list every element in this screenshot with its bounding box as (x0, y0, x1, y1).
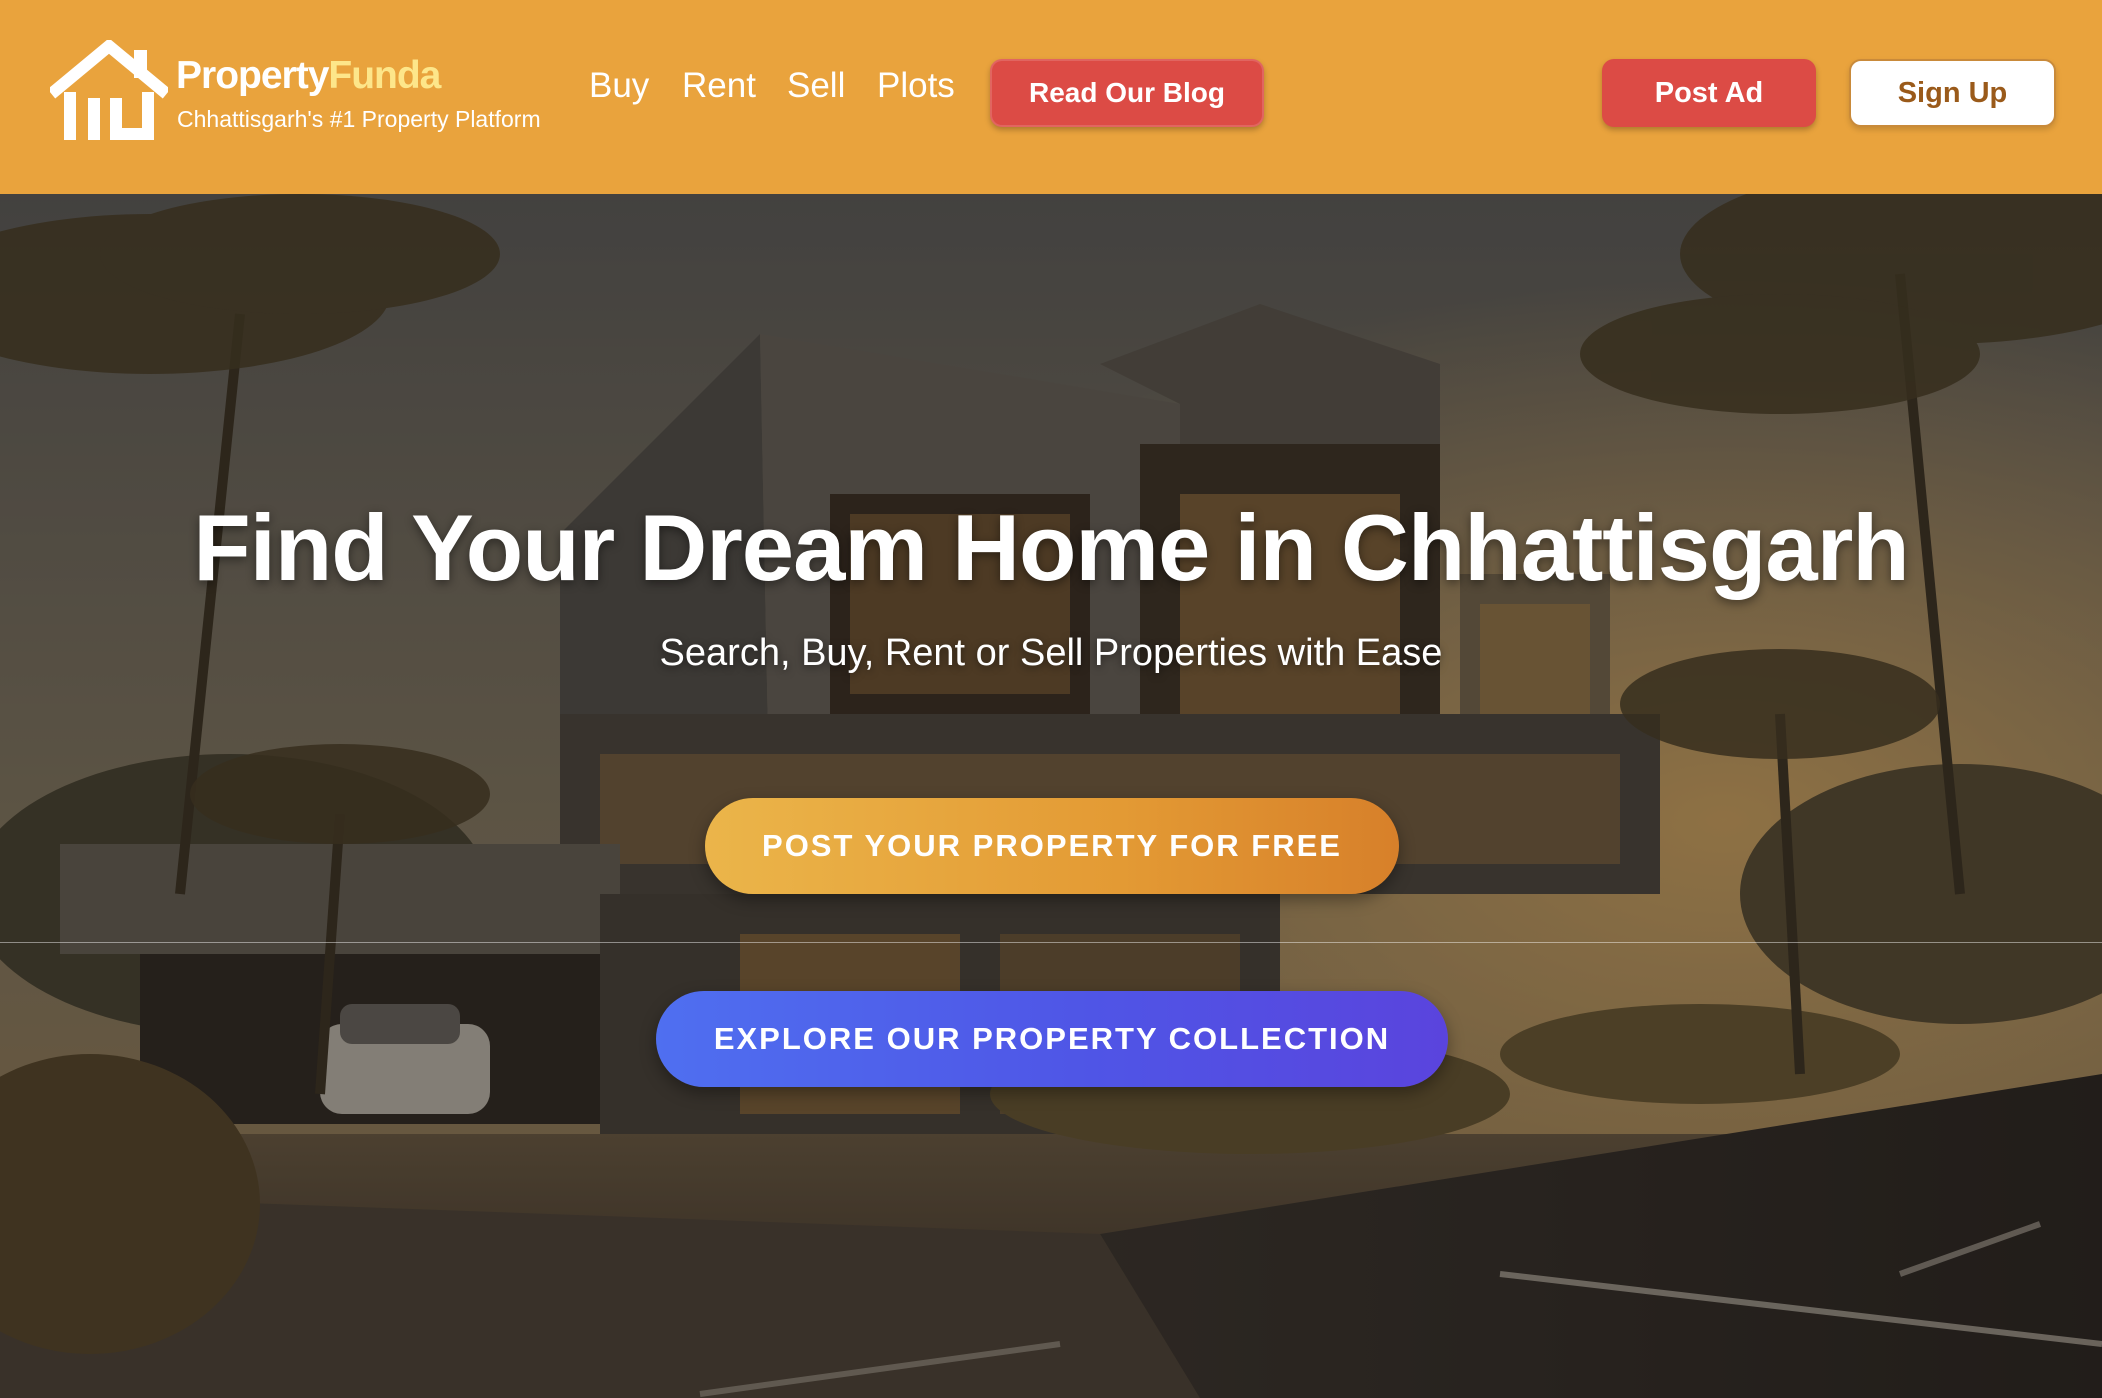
brand-name-primary: Property (176, 54, 329, 97)
hero-divider (0, 942, 2102, 943)
post-property-free-button[interactable]: POST YOUR PROPERTY FOR FREE (705, 798, 1399, 894)
hero-subtitle: Search, Buy, Rent or Sell Properties wit… (659, 632, 1443, 674)
hero-section: Find Your Dream Home in Chhattisgarh Sea… (0, 194, 2102, 1398)
nav-buy[interactable]: Buy (589, 66, 649, 106)
site-header: PropertyFunda Chhattisgarh's #1 Property… (0, 0, 2102, 194)
explore-collection-button[interactable]: EXPLORE OUR PROPERTY COLLECTION (656, 991, 1448, 1087)
page: PropertyFunda Chhattisgarh's #1 Property… (0, 0, 2102, 1398)
nav-rent[interactable]: Rent (682, 66, 756, 106)
nav-sell[interactable]: Sell (787, 66, 845, 106)
post-ad-button[interactable]: Post Ad (1602, 59, 1816, 127)
nav-plots[interactable]: Plots (877, 66, 955, 106)
sign-up-button[interactable]: Sign Up (1849, 59, 2056, 127)
brand-tagline: Chhattisgarh's #1 Property Platform (177, 106, 541, 132)
read-blog-button[interactable]: Read Our Blog (990, 59, 1264, 127)
hero-title: Find Your Dream Home in Chhattisgarh (193, 495, 1909, 600)
hero-overlay (0, 194, 2102, 1398)
brand-name[interactable]: PropertyFunda (176, 54, 441, 98)
house-icon[interactable] (50, 40, 168, 142)
brand-name-accent: Funda (328, 54, 441, 97)
